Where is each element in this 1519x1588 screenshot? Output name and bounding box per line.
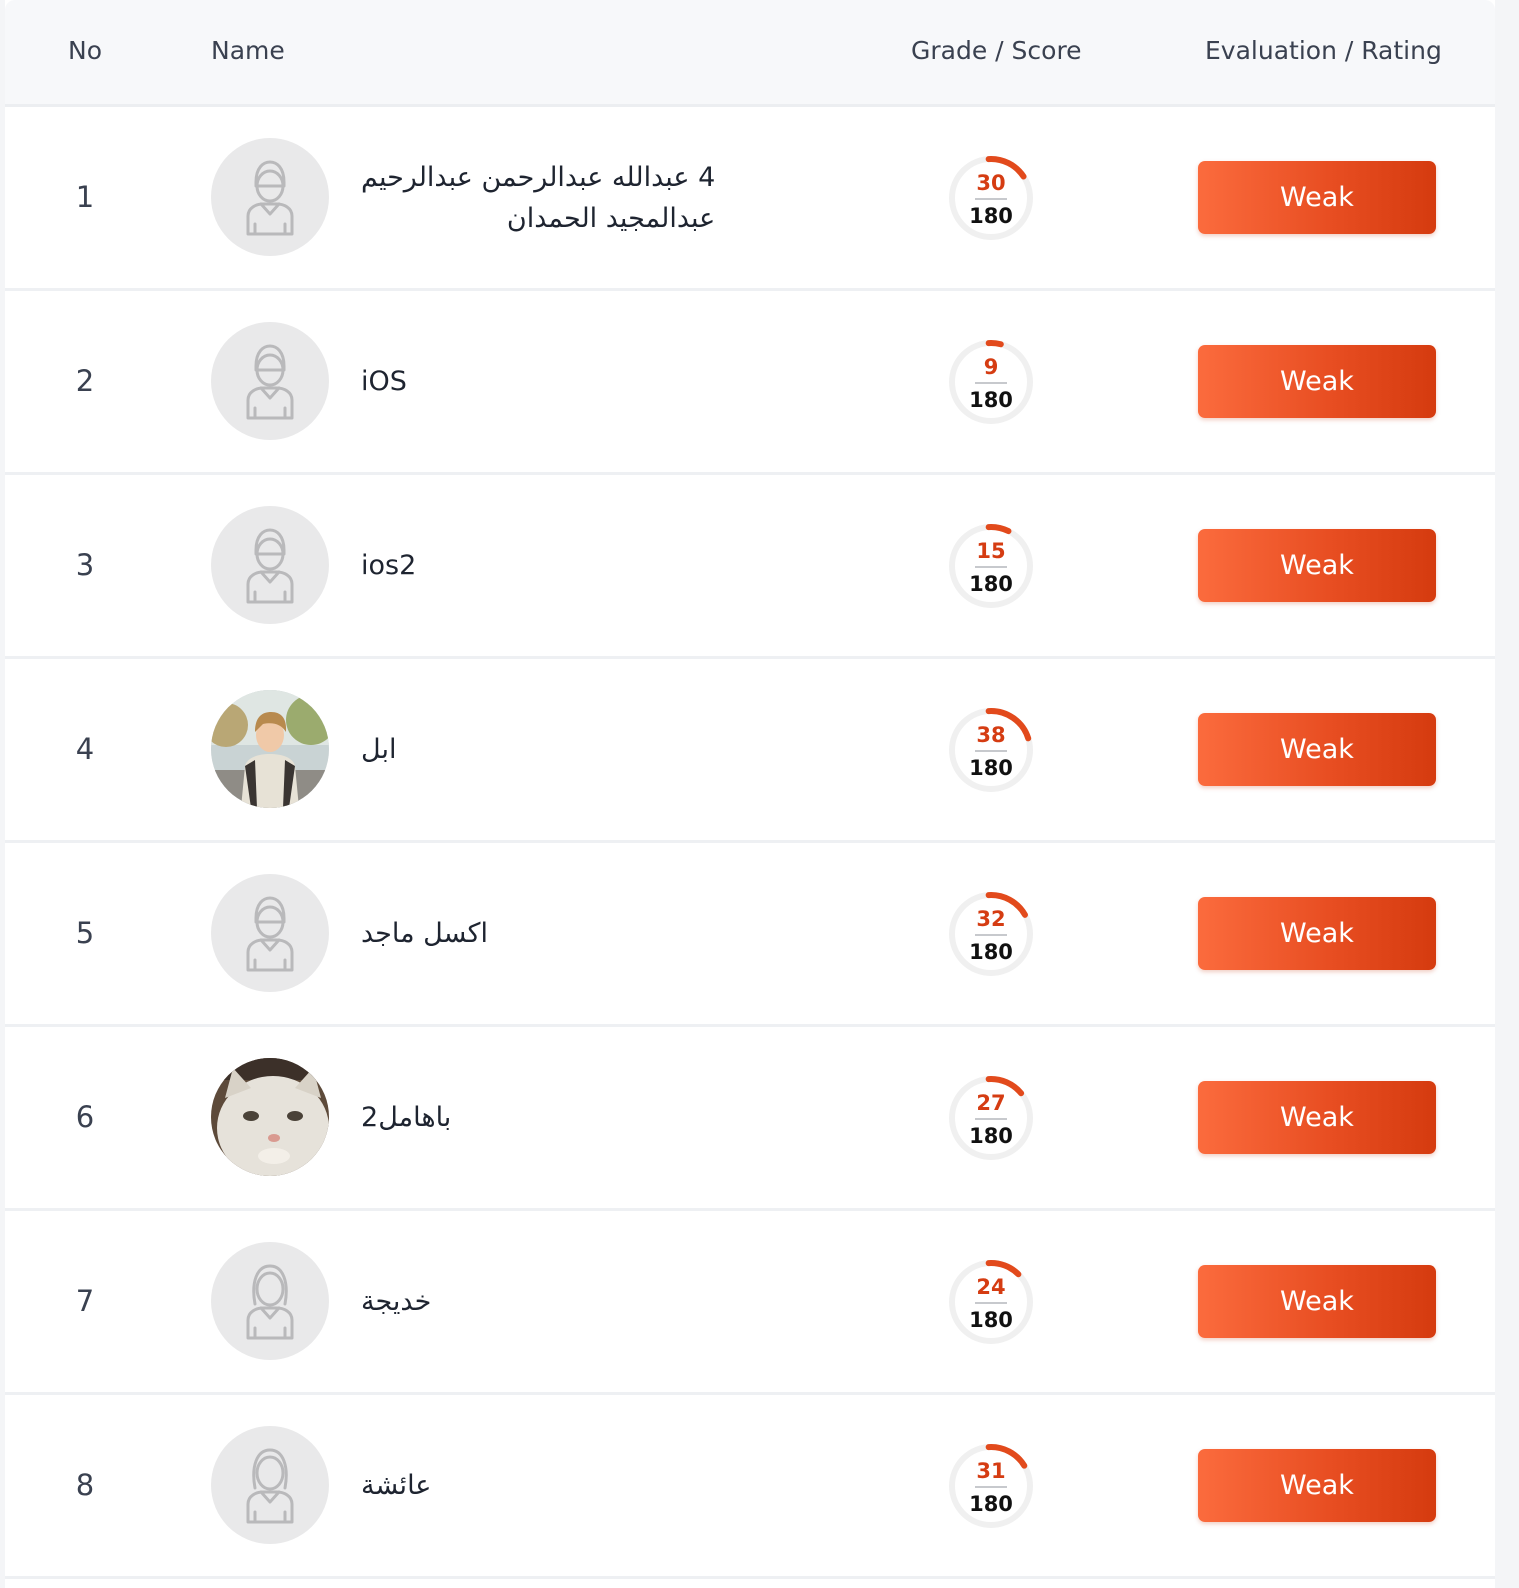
rating-button[interactable]: Weak <box>1198 161 1436 234</box>
student-name-line: 4 عبدالله عبدالرحمن عبدالرحيم <box>361 161 716 193</box>
students-table: No Name Grade / Score Evaluation / Ratin… <box>5 0 1495 1588</box>
header-grade-score: Grade / Score <box>911 36 1082 65</box>
student-photo-boy <box>211 690 329 808</box>
avatar[interactable] <box>211 1242 329 1360</box>
score-total: 180 <box>969 1308 1013 1332</box>
rating-button[interactable]: Weak <box>1198 345 1436 418</box>
female-placeholder-icon <box>246 1264 294 1340</box>
row-number: 3 <box>75 548 95 582</box>
avatar[interactable] <box>211 1058 329 1176</box>
score-ring-arc <box>985 524 1012 535</box>
rating-button[interactable]: Weak <box>1198 1081 1436 1154</box>
header-name: Name <box>211 36 285 65</box>
avatar[interactable] <box>211 1426 329 1544</box>
table-row: 8 عائشة 31 180 Weak <box>5 1395 1495 1579</box>
score-divider <box>975 382 1007 384</box>
score-ring-arc <box>985 1260 1022 1278</box>
student-name[interactable]: باهامل2 <box>361 1027 761 1208</box>
score-indicator: 27 180 <box>947 1074 1035 1162</box>
row-number: 8 <box>75 1468 95 1502</box>
male-placeholder-icon <box>246 528 294 604</box>
student-name-line: عائشة <box>361 1470 432 1501</box>
table-row: 2 iOS 9 180 Weak <box>5 291 1495 475</box>
student-photo-cat <box>211 1058 329 1176</box>
score-value: 30 <box>976 171 1006 195</box>
rating-button[interactable]: Weak <box>1198 897 1436 970</box>
score-total: 180 <box>969 204 1013 228</box>
avatar[interactable] <box>211 138 329 256</box>
avatar[interactable] <box>211 874 329 992</box>
score-total: 180 <box>969 940 1013 964</box>
student-name[interactable]: عائشة <box>361 1395 761 1576</box>
score-divider <box>975 1486 1007 1488</box>
student-name-line: ios2 <box>361 550 417 581</box>
table-row: 7 خديجة 24 180 Weak <box>5 1211 1495 1395</box>
row-number: 5 <box>75 916 95 950</box>
score-indicator: 38 180 <box>947 706 1035 794</box>
score-value: 15 <box>976 539 1006 563</box>
student-name[interactable]: 4 عبدالله عبدالرحمن عبدالرحيم عبدالمجيد ا… <box>361 107 761 288</box>
score-value: 9 <box>983 355 999 379</box>
student-name[interactable]: اكسل ماجد <box>361 843 761 1024</box>
score-indicator: 15 180 <box>947 522 1035 610</box>
student-name[interactable]: ios2 <box>361 475 761 656</box>
score-indicator: 30 180 <box>947 154 1035 242</box>
table-row: 5 اكسل ماجد 32 180 Weak <box>5 843 1495 1027</box>
score-indicator: 31 180 <box>947 1442 1035 1530</box>
table-header: No Name Grade / Score Evaluation / Ratin… <box>5 0 1495 107</box>
avatar[interactable] <box>211 506 329 624</box>
student-name-line: باهامل2 <box>361 1102 452 1133</box>
score-total: 180 <box>969 388 1013 412</box>
header-evaluation-rating: Evaluation / Rating <box>1205 36 1442 65</box>
score-divider <box>975 198 1007 200</box>
student-name[interactable]: خديجة <box>361 1211 761 1392</box>
student-name-line: اكسل ماجد <box>361 918 489 949</box>
score-divider <box>975 934 1007 936</box>
table-row: 4 ابل 38 180 Weak <box>5 659 1495 843</box>
male-placeholder-icon <box>246 344 294 420</box>
male-placeholder-icon <box>246 160 294 236</box>
score-indicator: 9 180 <box>947 338 1035 426</box>
score-divider <box>975 750 1007 752</box>
score-divider <box>975 1118 1007 1120</box>
student-name-line: ابل <box>361 734 397 765</box>
score-value: 24 <box>976 1275 1006 1299</box>
table-row: 3 ios2 15 180 Weak <box>5 475 1495 659</box>
score-total: 180 <box>969 1492 1013 1516</box>
score-ring-arc <box>985 340 1004 348</box>
score-divider <box>975 1302 1007 1304</box>
avatar[interactable] <box>211 322 329 440</box>
rating-button[interactable]: Weak <box>1198 529 1436 602</box>
student-name-line: iOS <box>361 366 407 397</box>
student-name[interactable]: ابل <box>361 659 761 840</box>
table-row: 6 باهامل2 27 180 Weak <box>5 1027 1495 1211</box>
student-name-line: عبدالمجيد الحمدان <box>506 202 716 234</box>
header-no: No <box>68 36 102 65</box>
student-name-line: خديجة <box>361 1286 432 1317</box>
male-placeholder-icon <box>246 896 294 972</box>
female-placeholder-icon <box>246 1448 294 1524</box>
score-divider <box>975 566 1007 568</box>
score-value: 27 <box>976 1091 1006 1115</box>
row-number: 2 <box>75 364 95 398</box>
rating-button[interactable]: Weak <box>1198 713 1436 786</box>
row-number: 4 <box>75 732 95 766</box>
score-total: 180 <box>969 756 1013 780</box>
score-indicator: 32 180 <box>947 890 1035 978</box>
row-number: 6 <box>75 1100 95 1134</box>
row-number: 7 <box>75 1284 95 1318</box>
score-value: 31 <box>976 1459 1006 1483</box>
score-value: 38 <box>976 723 1006 747</box>
rating-button[interactable]: Weak <box>1198 1265 1436 1338</box>
score-value: 32 <box>976 907 1006 931</box>
score-total: 180 <box>969 572 1013 596</box>
rating-button[interactable]: Weak <box>1198 1449 1436 1522</box>
student-name[interactable]: iOS <box>361 291 761 472</box>
score-total: 180 <box>969 1124 1013 1148</box>
table-row: 1 4 عبدالله عبدالرحمن عبدالرحيم عبدالمجيد … <box>5 107 1495 291</box>
score-indicator: 24 180 <box>947 1258 1035 1346</box>
row-number: 1 <box>75 180 95 214</box>
avatar[interactable] <box>211 690 329 808</box>
